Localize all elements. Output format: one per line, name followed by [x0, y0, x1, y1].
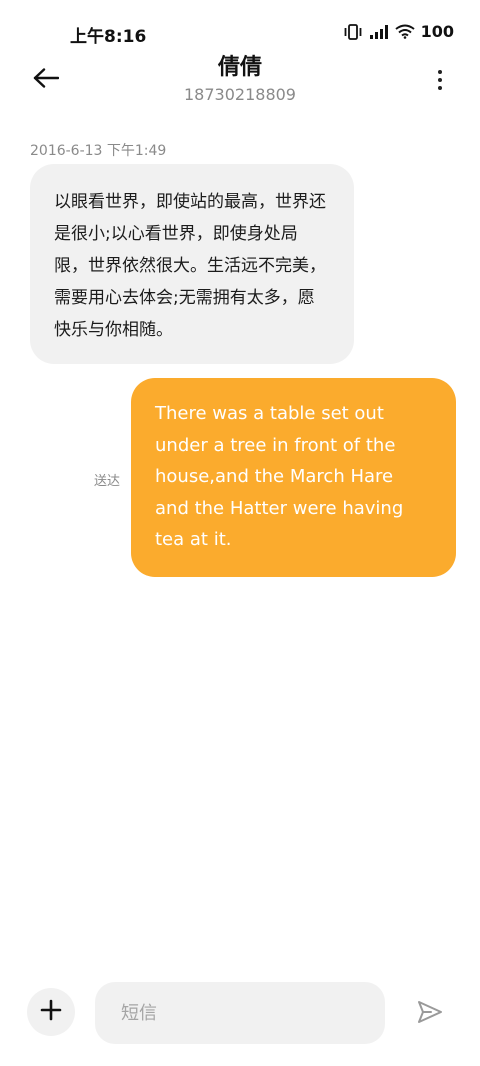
message-timestamp: 2016-6-13 下午1:49: [30, 143, 167, 159]
signal-icon: [369, 24, 389, 39]
contact-number: 18730218809: [184, 85, 296, 104]
outgoing-message-bubble[interactable]: There was a table set out under a tree i…: [131, 378, 456, 577]
conversation-header: 倩倩 18730218809: [0, 52, 480, 112]
incoming-message-bubble[interactable]: 以眼看世界，即使站的最高，世界还是很小;以心看世界，即使身处局限，世界依然很大。…: [30, 164, 354, 364]
status-time: 上午8:16: [70, 27, 147, 47]
send-button[interactable]: [412, 996, 448, 1032]
plus-icon: [40, 999, 62, 1025]
messaging-screen: 上午8:16 100 倩倩 18730218809 2016-6-13 下午1:…: [0, 0, 480, 1066]
sms-input[interactable]: [95, 982, 385, 1044]
wifi-icon: [394, 24, 415, 39]
message-composer: [0, 966, 480, 1066]
battery-level: 100: [420, 22, 454, 41]
more-vertical-icon: [438, 70, 442, 74]
contact-info: 倩倩 18730218809: [0, 52, 480, 106]
status-icons: 100: [343, 22, 454, 41]
delivery-status: 送达: [94, 474, 121, 489]
send-icon: [417, 1000, 443, 1028]
contact-name: 倩倩: [217, 55, 262, 80]
more-options-button[interactable]: [428, 66, 452, 94]
add-attachment-button[interactable]: [27, 988, 75, 1036]
vibrate-icon: [343, 23, 363, 40]
